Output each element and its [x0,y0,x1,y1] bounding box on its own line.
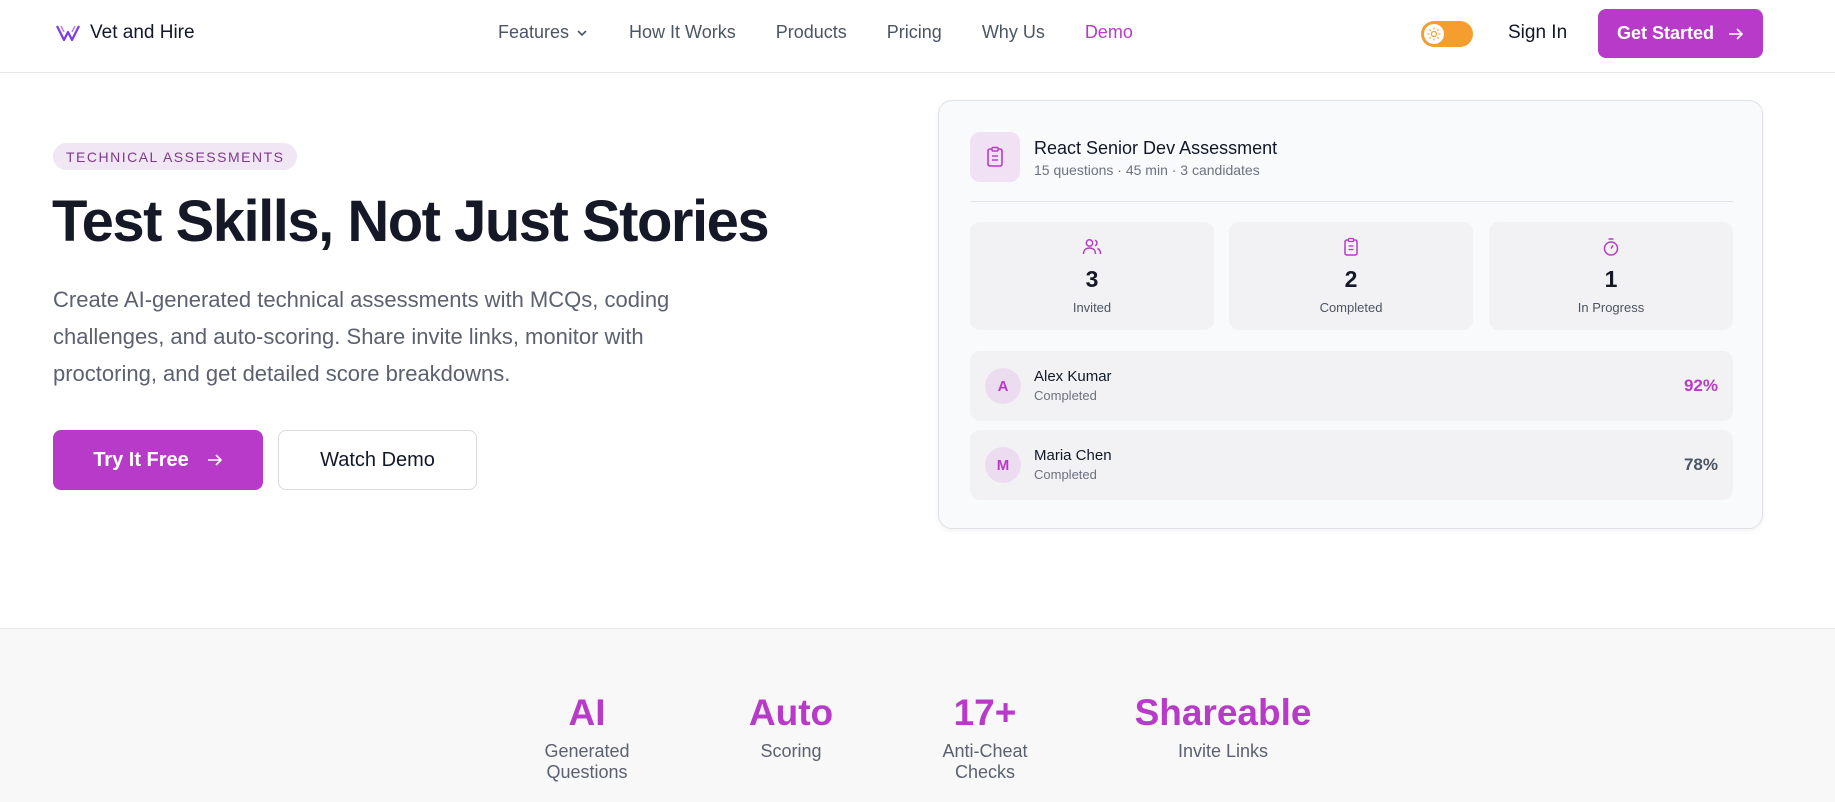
timer-icon [1603,238,1619,256]
assessment-preview-card: React Senior Dev Assessment 15 questions… [938,100,1763,529]
highlights-band: AI Generated Questions Auto Scoring 17+ … [0,628,1835,802]
avatar: M [985,447,1021,483]
stat-in-progress-label: In Progress [1577,300,1645,315]
candidate-name: Maria Chen [1034,447,1112,464]
highlight-anti-cheat: 17+ Anti-Cheat Checks [910,691,1060,783]
section-badge: TECHNICAL ASSESSMENTS [53,143,298,170]
candidate-score: 78% [1683,455,1718,474]
get-started-button[interactable]: Get Started [1598,9,1763,58]
highlight-shareable: Shareable Invite Links [1130,691,1316,762]
highlight-value: 17+ [953,692,1017,733]
hero-description: Create AI-generated technical assessment… [53,287,670,386]
arrow-right-icon [207,454,222,466]
stat-invited-label: Invited [1072,300,1112,315]
stat-invited: 3 Invited [970,222,1214,330]
clipboard-icon [1344,237,1358,256]
hero-title: Test Skills, Not Just Stories [52,189,770,254]
theme-toggle[interactable] [1421,21,1473,47]
nav-features[interactable]: Features [498,22,589,43]
highlight-label: Generated Questions [544,741,630,782]
try-it-free-label: Try It Free [93,448,189,471]
toggle-knob [1424,24,1444,44]
assessment-subtitle: 15 questions · 45 min · 3 candidates [1034,162,1260,178]
avatar: A [985,368,1021,404]
candidate-status: Completed [1034,388,1097,403]
stat-completed-value: 2 [1344,266,1358,292]
assessment-title: React Senior Dev Assessment [1034,138,1278,158]
nav-features-label: Features [498,22,570,42]
candidate-score: 92% [1683,376,1718,395]
assessment-icon-box [970,132,1020,182]
nav-why-us[interactable]: Why Us [982,22,1045,43]
highlight-auto: Auto Scoring [737,691,845,762]
nav-links: Features How It Works Products Pricing W… [498,22,1173,43]
users-icon [1082,239,1102,255]
chevron-down-icon [577,29,587,36]
candidate-row[interactable]: M Maria Chen Completed 78% [970,430,1733,500]
top-navbar: Vet and Hire Features How It Works Produ… [0,0,1835,73]
highlight-value: Auto [748,692,834,733]
sign-in-link[interactable]: Sign In [1508,22,1567,44]
arrow-right-icon [1729,27,1744,40]
card-divider [970,201,1733,202]
candidate-row[interactable]: A Alex Kumar Completed 92% [970,351,1733,421]
stat-completed-label: Completed [1319,300,1383,315]
nav-pricing[interactable]: Pricing [887,22,942,43]
candidate-name: Alex Kumar [1034,368,1112,385]
watch-demo-button[interactable]: Watch Demo [278,430,477,490]
highlight-label: Invite Links [1177,741,1269,761]
nav-products[interactable]: Products [776,22,847,43]
nav-how-it-works[interactable]: How It Works [629,22,736,43]
stat-completed: 2 Completed [1229,222,1473,330]
logo-icon [56,25,80,42]
highlight-value: AI [568,692,606,733]
brand-name: Vet and Hire [90,22,195,43]
clipboard-icon [987,146,1003,167]
highlight-value: Shareable [1134,692,1312,733]
candidate-status: Completed [1034,467,1097,482]
stat-in-progress-value: 1 [1604,266,1618,292]
nav-demo[interactable]: Demo [1085,22,1133,43]
brand-logo[interactable]: Vet and Hire [56,22,195,44]
highlight-label: Anti-Cheat Checks [942,741,1028,782]
stat-invited-value: 3 [1085,266,1099,292]
get-started-label: Get Started [1616,23,1715,43]
stat-in-progress: 1 In Progress [1489,222,1733,330]
highlight-ai: AI Generated Questions [505,691,669,783]
highlight-label: Scoring [760,741,822,761]
sun-icon [1427,27,1441,41]
try-it-free-button[interactable]: Try It Free [53,430,263,490]
